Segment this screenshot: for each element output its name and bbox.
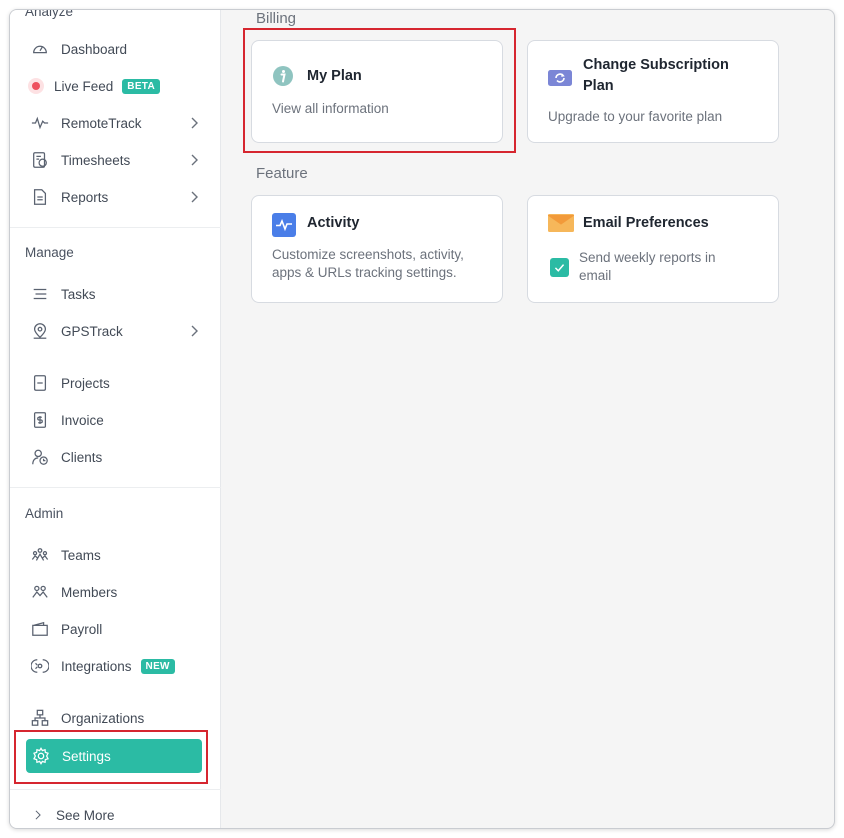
sidebar-item-projects[interactable]: Projects <box>25 368 201 398</box>
sidebar-item-remotetrack[interactable]: RemoteTrack <box>25 108 201 138</box>
timesheet-icon <box>30 150 50 170</box>
sidebar-item-label: Reports <box>61 189 109 205</box>
chevron-right-icon <box>187 189 201 205</box>
activity-card[interactable]: Activity Customize screenshots, activity… <box>251 195 503 303</box>
sidebar-item-gpstrack[interactable]: GPSTrack <box>25 316 201 346</box>
sidebar-item-label: Timesheets <box>61 152 131 168</box>
card-title: Activity <box>307 215 360 231</box>
sidebar-item-clients[interactable]: Clients <box>25 442 201 472</box>
sidebar-item-label: Clients <box>61 449 103 465</box>
refresh-card-icon <box>548 70 572 86</box>
checkbox-label-line: Send weekly reports in <box>579 250 716 265</box>
chevron-right-icon <box>187 323 201 339</box>
see-more-label: See More <box>56 807 115 823</box>
weekly-reports-checkbox[interactable] <box>550 258 569 277</box>
envelope-icon <box>548 214 574 232</box>
beta-badge: BETA <box>122 78 160 94</box>
chevron-right-icon <box>28 805 48 825</box>
my-plan-highlight-box <box>243 28 516 153</box>
sidebar-item-label: Members <box>61 584 118 600</box>
sidebar-item-label: Dashboard <box>61 41 128 57</box>
sidebar-item-label: RemoteTrack <box>61 115 142 131</box>
checkbox-label: Send weekly reports in email <box>579 249 716 285</box>
sidebar-item-label: Organizations <box>61 710 145 726</box>
section-title-admin: Admin <box>25 506 64 521</box>
divider <box>10 487 221 488</box>
change-subscription-card[interactable]: Change Subscription Plan Upgrade to your… <box>527 40 779 143</box>
org-chart-icon <box>30 708 50 728</box>
divider <box>10 227 221 228</box>
list-icon <box>30 284 50 304</box>
card-description: Upgrade to your favorite plan <box>548 109 723 124</box>
chevron-right-icon <box>187 115 201 131</box>
report-icon <box>30 187 50 207</box>
see-more-button[interactable]: See More <box>25 800 201 828</box>
sidebar-item-reports[interactable]: Reports <box>25 182 201 212</box>
sidebar-item-settings[interactable]: Settings <box>26 739 202 773</box>
sidebar-item-label: Settings <box>62 748 111 764</box>
sidebar-item-label: Tasks <box>61 286 96 302</box>
sidebar-item-payroll[interactable]: Payroll <box>25 614 201 644</box>
sidebar-item-tasks[interactable]: Tasks <box>25 279 201 309</box>
settings-main: Billing My Plan View all information Cha… <box>222 10 834 828</box>
billing-heading: Billing <box>256 10 297 27</box>
app-window: Analyze Dashboard Live Feed BETA RemoteT… <box>9 9 835 829</box>
sidebar-item-label: GPSTrack <box>61 323 123 339</box>
sidebar-item-organizations[interactable]: Organizations <box>25 703 201 733</box>
feature-heading: Feature <box>256 165 308 182</box>
location-pin-icon <box>30 321 50 341</box>
card-title: Change Subscription Plan <box>583 55 729 97</box>
sidebar-item-label: Live Feed <box>54 78 114 94</box>
sidebar-item-label: Teams <box>61 547 101 563</box>
new-badge: NEW <box>140 658 175 674</box>
client-clock-icon <box>30 447 50 467</box>
card-title-line: Plan <box>583 78 614 94</box>
section-title-manage: Manage <box>25 245 74 260</box>
members-icon <box>30 582 50 602</box>
sidebar-item-dashboard[interactable]: Dashboard <box>25 34 201 64</box>
card-description-line: apps & URLs tracking settings. <box>272 265 457 280</box>
sidebar-item-invoice[interactable]: Invoice <box>25 405 201 435</box>
card-title: Email Preferences <box>583 215 709 231</box>
teams-icon <box>30 545 50 565</box>
sidebar-item-label: Integrations <box>61 658 132 674</box>
sidebar-item-label: Invoice <box>61 412 104 428</box>
sidebar-item-timesheets[interactable]: Timesheets <box>25 145 201 175</box>
checkbox-label-line: email <box>579 268 612 283</box>
section-title-analyze: Analyze <box>25 9 74 19</box>
sidebar-item-teams[interactable]: Teams <box>25 540 201 570</box>
invoice-dollar-icon <box>30 410 50 430</box>
sidebar-item-live-feed[interactable]: Live Feed BETA <box>25 71 201 101</box>
gauge-icon <box>30 39 50 59</box>
wallet-icon <box>30 619 50 639</box>
sidebar-item-label: Projects <box>61 375 110 391</box>
sidebar-item-label: Payroll <box>61 621 103 637</box>
check-icon <box>554 264 565 272</box>
sidebar: Analyze Dashboard Live Feed BETA RemoteT… <box>10 9 221 828</box>
integrations-icon <box>30 656 50 676</box>
chevron-right-icon <box>187 152 201 168</box>
pulse-icon <box>30 113 50 133</box>
email-preferences-card[interactable]: Email Preferences Send weekly reports in… <box>527 195 779 303</box>
live-dot-icon <box>28 78 44 94</box>
card-title-line: Change Subscription <box>583 57 729 73</box>
gear-icon <box>31 746 51 766</box>
project-file-icon <box>30 373 50 393</box>
activity-pulse-icon <box>272 213 296 237</box>
sidebar-item-members[interactable]: Members <box>25 577 201 607</box>
sidebar-item-integrations[interactable]: Integrations NEW <box>25 651 201 681</box>
card-description: Customize screenshots, activity, apps & … <box>272 246 464 282</box>
divider <box>10 789 221 790</box>
card-description-line: Customize screenshots, activity, <box>272 247 464 262</box>
